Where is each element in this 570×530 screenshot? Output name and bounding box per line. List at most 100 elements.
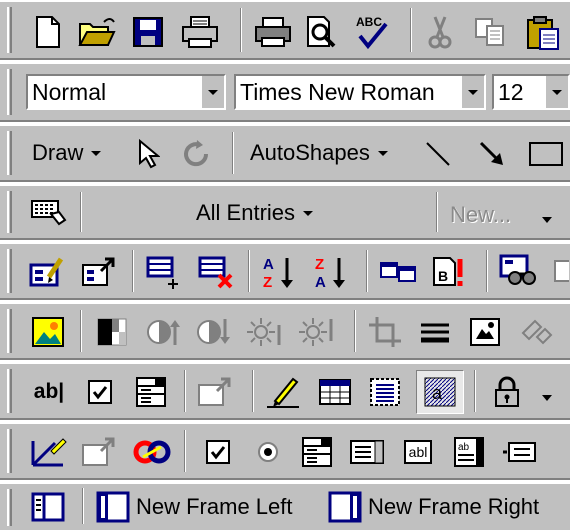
checkbox-form-field-icon[interactable] [80,372,120,412]
microsoft-script-editor-icon[interactable] [130,432,174,472]
toolbar-grip[interactable] [7,429,12,473]
web-dropdown-box-icon[interactable] [296,432,338,472]
toolbar-grip[interactable] [7,249,12,293]
font-dropdown[interactable]: Times New Roman [234,74,486,110]
toolbar-options-chevron-icon[interactable] [540,392,554,404]
mail-merge-main-icon[interactable] [552,252,570,292]
draw-menu-button[interactable]: Draw [32,138,102,168]
new-frame-right-button[interactable]: New Frame Right [328,490,539,524]
font-size-dropdown[interactable]: 12 [492,74,570,110]
separator [474,370,476,412]
form-field-options-icon[interactable] [194,372,236,412]
web-textbox-label: abl [403,440,433,464]
new-frame-left-button[interactable]: New Frame Left [96,490,293,524]
crop-icon[interactable] [364,312,406,352]
toolbar-options-chevron-icon[interactable] [540,214,554,226]
draw-label: Draw [32,140,84,165]
line-style-icon[interactable] [414,312,456,352]
line-tool-icon[interactable] [420,136,456,172]
new-document-icon[interactable] [28,12,68,52]
paste-clipboard-icon[interactable] [522,12,564,54]
draw-table-pencil-icon[interactable] [262,372,304,412]
design-mode-icon[interactable] [26,432,70,472]
image-control-icon[interactable] [92,312,134,352]
dropdown-form-field-icon[interactable] [130,372,172,412]
svg-text:ab: ab [458,442,470,453]
drawing-toolbar: Draw AutoShapes [0,124,570,182]
font-dropdown-arrow-icon[interactable] [461,76,484,108]
web-properties-icon[interactable] [78,432,120,472]
add-new-record-icon[interactable] [142,252,184,292]
spelling-check-icon[interactable]: ABC [350,10,394,54]
delete-record-icon[interactable] [194,252,236,292]
web-textbox-button[interactable]: abl [396,432,440,472]
toolbar-grip[interactable] [7,489,12,526]
print-preview-icon[interactable] [302,12,342,52]
data-form-icon[interactable] [26,252,68,292]
toolbar-area: ABC Normal Times New Roman 12 Draw AutoS… [0,0,570,530]
svg-text:A: A [315,274,326,290]
new-autotext-button[interactable]: New... [450,200,511,230]
rectangle-tool-icon[interactable] [526,136,566,172]
toolbar-grip[interactable] [7,131,12,175]
copy-icon[interactable] [470,12,510,52]
toolbar-grip[interactable] [7,309,12,353]
insert-database-icon[interactable] [376,252,420,292]
autotext-keyboard-icon[interactable] [26,194,70,232]
text-form-field-button[interactable]: ab| [26,372,72,412]
sort-descending-icon[interactable]: ZA [310,252,352,292]
forms-toolbar: ab| a [0,362,570,420]
toolbar-grip[interactable] [7,369,12,413]
less-contrast-icon[interactable] [192,312,234,352]
submit-button-icon[interactable] [500,432,542,472]
font-size-dropdown-arrow-icon[interactable] [545,76,568,108]
autoshapes-menu-button[interactable]: AutoShapes [250,138,388,168]
text-wrapping-icon[interactable] [464,312,506,352]
insert-frame-icon[interactable] [364,372,406,412]
frame-right-icon [328,491,362,523]
fax-print-icon[interactable] [178,12,222,52]
list-box-icon[interactable] [346,432,388,472]
arrow-tool-icon[interactable] [474,136,510,172]
update-field-icon[interactable]: B [428,252,470,292]
sort-ascending-icon[interactable]: AZ [258,252,300,292]
style-dropdown[interactable]: Normal [26,74,226,110]
style-dropdown-arrow-icon[interactable] [201,76,224,108]
web-checkbox-icon[interactable] [198,432,238,472]
new-autotext-label: New... [450,202,512,227]
open-folder-icon[interactable] [76,12,118,52]
toolbar-grip[interactable] [7,69,12,115]
autotext-toolbar: All Entries New... [0,184,570,240]
separator [80,192,82,232]
toolbar-grip[interactable] [7,191,12,233]
free-rotate-icon[interactable] [176,136,216,172]
save-disk-icon[interactable] [128,12,168,52]
table-of-contents-in-frame-icon[interactable] [26,488,70,526]
more-contrast-icon[interactable] [142,312,184,352]
chevron-down-icon [303,210,314,216]
separator [184,370,186,412]
insert-picture-icon[interactable] [26,312,70,352]
autoshapes-label: AutoShapes [250,140,370,165]
form-field-shading-icon[interactable]: a [416,370,464,414]
less-brightness-icon[interactable] [296,312,338,352]
find-record-icon[interactable] [496,252,540,292]
format-picture-icon[interactable] [516,312,558,352]
manage-fields-icon[interactable] [78,252,120,292]
separator [82,488,84,524]
protect-form-lock-icon[interactable] [486,372,528,412]
frame-left-icon [96,491,130,523]
cut-scissors-icon[interactable] [420,12,460,52]
svg-text:Z: Z [315,256,324,273]
toolbar-grip[interactable] [7,7,12,53]
more-brightness-icon[interactable] [244,312,286,352]
new-frame-right-label: New Frame Right [368,494,540,519]
all-entries-menu-button[interactable]: All Entries [196,198,314,228]
text-area-icon[interactable]: ab [448,432,490,472]
style-value: Normal [32,79,107,105]
insert-table-icon[interactable] [314,372,356,412]
print-icon[interactable] [252,12,294,52]
option-button-radio-icon[interactable] [248,432,288,472]
separator [410,8,412,52]
select-objects-arrow-icon[interactable] [130,136,166,172]
